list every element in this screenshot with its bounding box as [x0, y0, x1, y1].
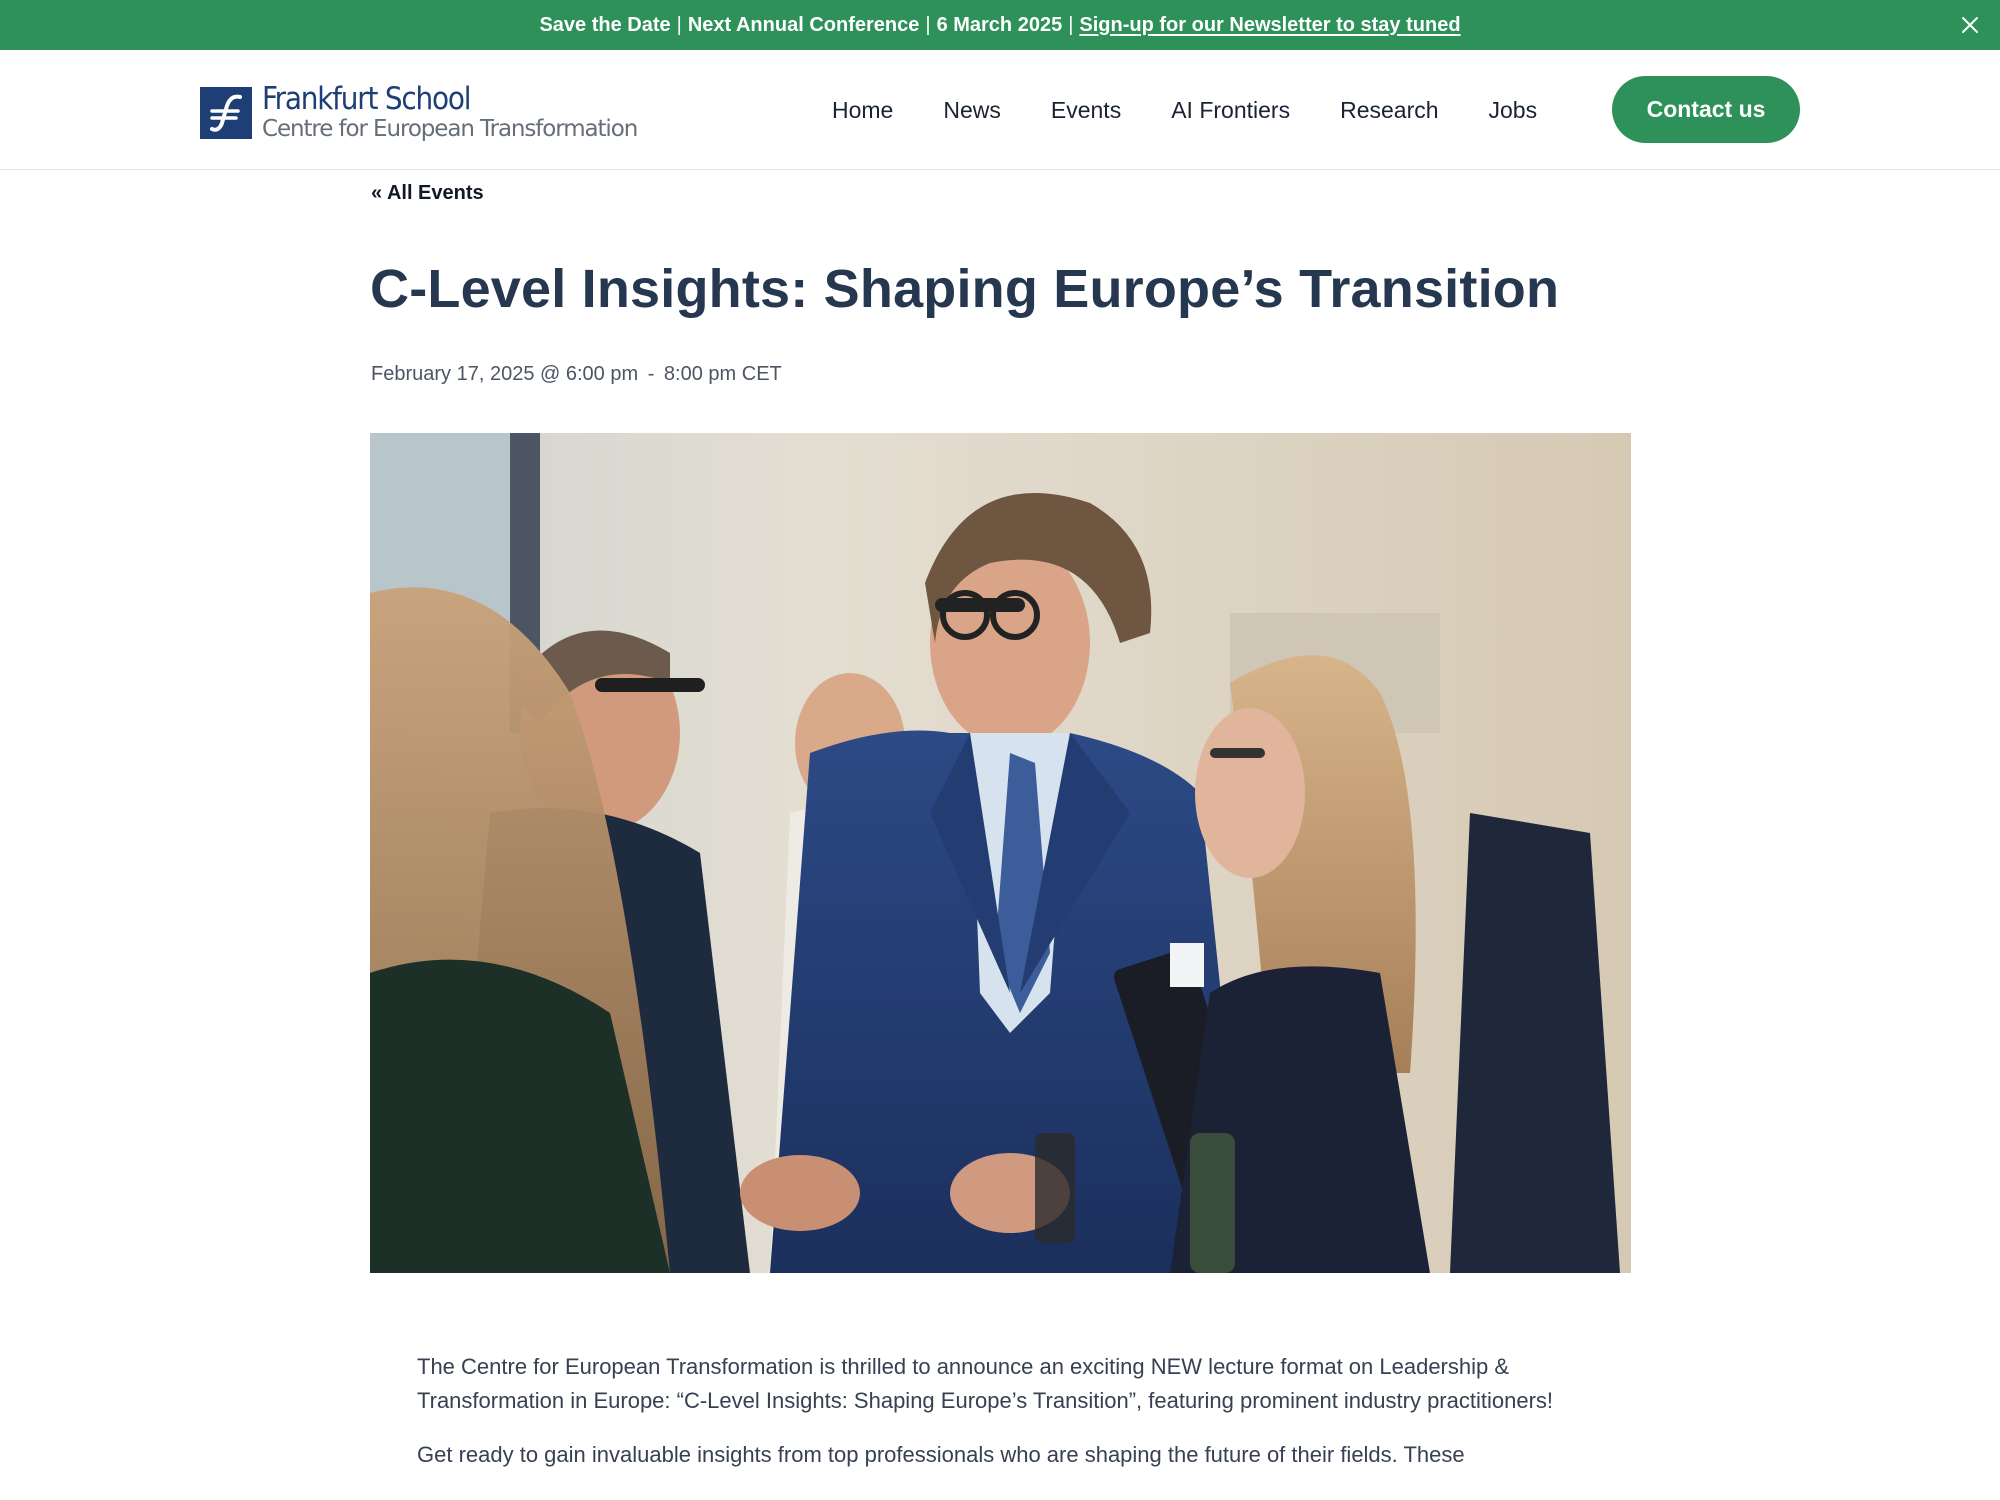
contact-us-button[interactable]: Contact us — [1612, 76, 1800, 143]
description-paragraph: Get ready to gain invaluable insights fr… — [417, 1442, 1465, 1467]
logo-title: Frankfurt School — [262, 81, 471, 117]
event-photo — [370, 433, 1631, 1273]
nav-home[interactable]: Home — [832, 97, 893, 124]
nav-jobs[interactable]: Jobs — [1489, 97, 1538, 124]
main-nav: Home News Events AI Frontiers Research J… — [832, 50, 1537, 170]
logo-mark-icon — [200, 86, 252, 139]
logo[interactable]: Frankfurt School Centre for European Tra… — [200, 81, 638, 142]
nav-events[interactable]: Events — [1051, 97, 1121, 124]
announcement-separator: | — [925, 13, 931, 36]
announcement-date: 6 March 2025 — [936, 13, 1063, 36]
event-start: February 17, 2025 @ 6:00 pm — [371, 363, 639, 385]
nav-news[interactable]: News — [943, 97, 1001, 124]
site-header: Frankfurt School Centre for European Tra… — [0, 50, 2000, 170]
event-end: 8:00 pm — [663, 363, 737, 385]
description-paragraph: The Centre for European Transformation i… — [417, 1354, 1554, 1413]
close-icon[interactable] — [1958, 13, 1982, 37]
announcement-separator: | — [676, 13, 682, 36]
event-time-separator: - — [647, 363, 655, 385]
event-title: C-Level Insights: Shaping Europe’s Trans… — [370, 259, 1560, 319]
announcement-separator: | — [1068, 13, 1074, 36]
nav-ai-frontiers[interactable]: AI Frontiers — [1171, 97, 1290, 124]
logo-subtitle: Centre for European Transformation — [262, 116, 638, 142]
announcement-bar: Save the Date | Next Annual Conference |… — [0, 0, 2000, 50]
newsletter-signup-link[interactable]: Sign-up for our Newsletter to stay tuned — [1079, 14, 1460, 37]
nav-research[interactable]: Research — [1340, 97, 1438, 124]
all-events-link[interactable]: « All Events — [371, 182, 484, 205]
event-timezone: CET — [741, 363, 782, 385]
announcement-save-date: Save the Date — [539, 13, 671, 36]
announcement-conference: Next Annual Conference — [687, 13, 920, 36]
event-datetime: February 17, 2025 @ 6:00 pm - 8:00 pm CE… — [371, 363, 782, 386]
event-description: The Centre for European Transformation i… — [417, 1350, 1597, 1492]
